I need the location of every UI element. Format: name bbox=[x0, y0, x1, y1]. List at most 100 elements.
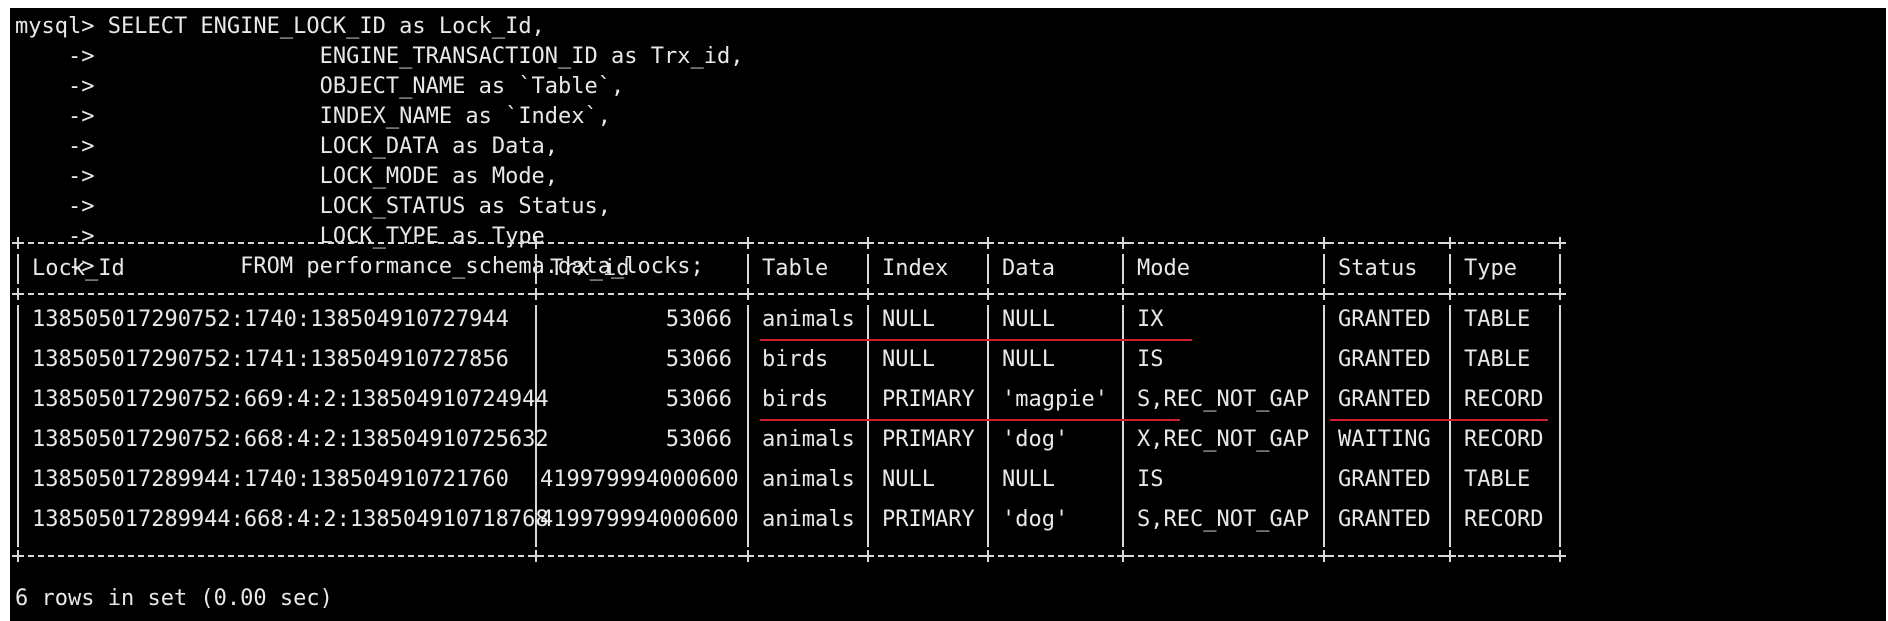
table-cell: 419979994000600 bbox=[540, 507, 739, 532]
table-border-corner bbox=[742, 237, 754, 249]
table-cell: 53066 bbox=[665, 427, 732, 452]
table-cell: NULL bbox=[882, 347, 935, 372]
table-cell: animals bbox=[762, 427, 855, 452]
query-line-1: mysql> SELECT ENGINE_LOCK_ID as Lock_Id, bbox=[15, 14, 545, 39]
table-cell: TABLE bbox=[1464, 467, 1531, 492]
table-cell: RECORD bbox=[1464, 427, 1544, 452]
result-footer: 6 rows in set (0.00 sec) bbox=[15, 586, 333, 611]
table-border-corner bbox=[742, 288, 754, 300]
table-border-corner bbox=[12, 550, 24, 562]
table-cell: 53066 bbox=[665, 347, 732, 372]
table-cell: TABLE bbox=[1464, 347, 1531, 372]
column-header-type: Type bbox=[1464, 256, 1517, 281]
table-cell: IS bbox=[1137, 347, 1164, 372]
red-underline-annotation bbox=[1330, 419, 1548, 421]
table-border-corner bbox=[1444, 237, 1456, 249]
table-border-corner bbox=[742, 550, 754, 562]
query-line-7: -> LOCK_STATUS as Status, bbox=[15, 194, 612, 219]
table-cell: 'magpie' bbox=[1002, 387, 1108, 412]
column-header-lock-id: Lock_Id bbox=[32, 256, 125, 281]
table-cell: IS bbox=[1137, 467, 1164, 492]
table-border-line bbox=[18, 293, 1564, 295]
table-column-divider bbox=[17, 254, 19, 284]
table-cell: animals bbox=[762, 467, 855, 492]
query-line-4: -> INDEX_NAME as `Index`, bbox=[15, 104, 612, 129]
table-cell: X,REC_NOT_GAP bbox=[1137, 427, 1310, 452]
table-cell: WAITING bbox=[1338, 427, 1431, 452]
red-underline-annotation bbox=[760, 419, 1180, 421]
table-border-corner bbox=[12, 237, 24, 249]
column-header-index: Index bbox=[882, 256, 949, 281]
table-cell: 'dog' bbox=[1002, 427, 1069, 452]
table-cell: 138505017289944:668:4:2:138504910718768 bbox=[32, 507, 549, 532]
table-column-divider bbox=[1559, 305, 1561, 547]
table-column-divider bbox=[17, 305, 19, 547]
table-border-corner bbox=[1554, 550, 1566, 562]
table-border-corner bbox=[1318, 288, 1330, 300]
table-cell: 138505017290752:1740:138504910727944 bbox=[32, 307, 509, 332]
table-column-divider bbox=[867, 254, 869, 284]
table-border-corner bbox=[1318, 237, 1330, 249]
table-border-corner bbox=[862, 288, 874, 300]
table-column-divider bbox=[867, 305, 869, 547]
table-border-corner bbox=[1554, 288, 1566, 300]
table-cell: 419979994000600 bbox=[540, 467, 739, 492]
column-header-trx-id: Trx_id bbox=[550, 256, 630, 281]
table-column-divider bbox=[747, 305, 749, 547]
table-border-corner bbox=[862, 237, 874, 249]
table-border-corner bbox=[530, 288, 542, 300]
table-border-corner bbox=[1117, 550, 1129, 562]
terminal-window[interactable]: mysql> SELECT ENGINE_LOCK_ID as Lock_Id,… bbox=[10, 8, 1886, 621]
table-cell: PRIMARY bbox=[882, 427, 975, 452]
table-cell: 138505017290752:669:4:2:138504910724944 bbox=[32, 387, 549, 412]
table-cell: 138505017290752:1741:138504910727856 bbox=[32, 347, 509, 372]
table-cell: animals bbox=[762, 307, 855, 332]
table-cell: GRANTED bbox=[1338, 347, 1431, 372]
table-cell: 53066 bbox=[665, 307, 732, 332]
table-column-divider bbox=[1323, 305, 1325, 547]
table-cell: birds bbox=[762, 347, 829, 372]
table-cell: NULL bbox=[1002, 307, 1055, 332]
table-column-divider bbox=[1559, 254, 1561, 284]
query-line-5: -> LOCK_DATA as Data, bbox=[15, 134, 559, 159]
query-line-8: -> LOCK_TYPE as Type bbox=[15, 224, 545, 249]
table-border-corner bbox=[982, 288, 994, 300]
table-column-divider bbox=[1449, 305, 1451, 547]
table-cell: RECORD bbox=[1464, 387, 1544, 412]
table-border-corner bbox=[1444, 550, 1456, 562]
table-cell: PRIMARY bbox=[882, 507, 975, 532]
column-header-mode: Mode bbox=[1137, 256, 1190, 281]
table-border-corner bbox=[1318, 550, 1330, 562]
table-border-corner bbox=[982, 237, 994, 249]
table-cell: NULL bbox=[882, 307, 935, 332]
table-border-corner bbox=[1444, 288, 1456, 300]
table-cell: PRIMARY bbox=[882, 387, 975, 412]
table-cell: 138505017289944:1740:138504910721760 bbox=[32, 467, 509, 492]
table-border-line bbox=[18, 555, 1564, 557]
column-header-table: Table bbox=[762, 256, 829, 281]
red-underline-annotation bbox=[760, 339, 1192, 341]
table-border-corner bbox=[530, 550, 542, 562]
table-cell: S,REC_NOT_GAP bbox=[1137, 387, 1310, 412]
table-border-corner bbox=[1117, 237, 1129, 249]
table-column-divider bbox=[535, 254, 537, 284]
table-border-corner bbox=[1554, 237, 1566, 249]
table-cell: 138505017290752:668:4:2:138504910725632 bbox=[32, 427, 549, 452]
table-cell: birds bbox=[762, 387, 829, 412]
table-cell: TABLE bbox=[1464, 307, 1531, 332]
table-border-corner bbox=[862, 550, 874, 562]
table-border-corner bbox=[530, 237, 542, 249]
column-header-status: Status bbox=[1338, 256, 1418, 281]
table-cell: GRANTED bbox=[1338, 507, 1431, 532]
table-cell: IX bbox=[1137, 307, 1164, 332]
table-cell: 53066 bbox=[665, 387, 732, 412]
query-line-6: -> LOCK_MODE as Mode, bbox=[15, 164, 559, 189]
table-cell: RECORD bbox=[1464, 507, 1544, 532]
table-border-corner bbox=[12, 288, 24, 300]
table-column-divider bbox=[1449, 254, 1451, 284]
table-column-divider bbox=[1122, 254, 1124, 284]
table-column-divider bbox=[1323, 254, 1325, 284]
table-column-divider bbox=[747, 254, 749, 284]
table-column-divider bbox=[1122, 305, 1124, 547]
table-cell: animals bbox=[762, 507, 855, 532]
